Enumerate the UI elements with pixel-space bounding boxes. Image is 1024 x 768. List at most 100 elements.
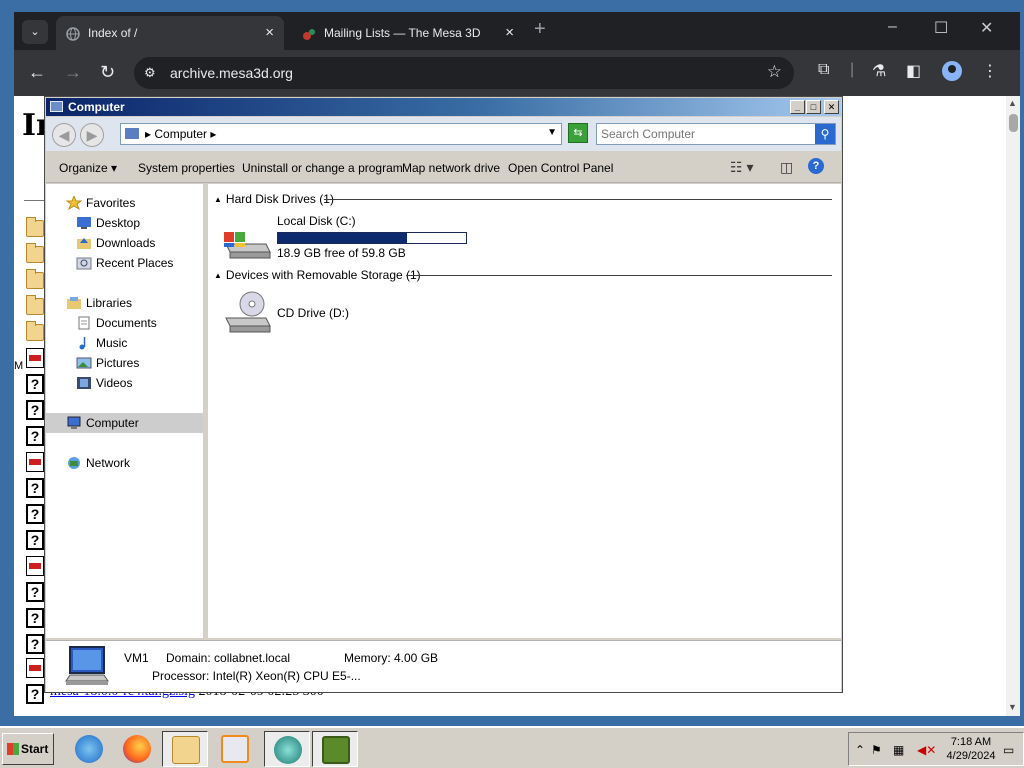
group-header-removable[interactable]: ▲ Devices with Removable Storage (1) xyxy=(214,268,421,282)
menu-kebab-icon[interactable]: ⋮ xyxy=(982,61,998,81)
address-bar[interactable]: ⚙ archive.mesa3d.org ☆ xyxy=(134,57,794,89)
processor-text: Processor: Intel(R) Xeon(R) CPU E5-... xyxy=(152,669,361,683)
preview-pane-icon[interactable]: ◫ xyxy=(780,159,793,176)
show-desktop-icon[interactable]: ▭ xyxy=(1003,743,1014,757)
nav-downloads[interactable]: Downloads xyxy=(76,236,155,256)
computer-icon xyxy=(125,128,139,139)
forward-icon[interactable]: ▶ xyxy=(80,123,104,147)
group-divider xyxy=(406,275,832,276)
back-icon[interactable]: ← xyxy=(28,62,46,82)
maximize-button[interactable]: ☐ xyxy=(934,18,948,38)
scroll-down-icon[interactable]: ▼ xyxy=(1008,702,1017,712)
flag-icon[interactable]: ⚑ xyxy=(871,743,882,757)
nav-libraries[interactable]: Libraries xyxy=(66,296,132,316)
nav-favorites[interactable]: Favorites xyxy=(66,196,135,216)
search-icon[interactable]: ⚲ xyxy=(815,124,835,144)
side-panel-icon[interactable]: ◧ xyxy=(906,61,921,81)
documents-icon xyxy=(78,316,90,330)
scroll-thumb[interactable] xyxy=(1009,114,1018,132)
nav-documents[interactable]: Documents xyxy=(76,316,157,336)
nav-desktop[interactable]: Desktop xyxy=(76,216,140,236)
site-info-icon[interactable]: ⚙ xyxy=(144,65,156,81)
search-box[interactable]: ⚲ xyxy=(596,123,836,145)
cd-drive-icon xyxy=(225,291,271,333)
map-drive-button[interactable]: Map network drive xyxy=(402,161,500,175)
reload-icon[interactable]: ↻ xyxy=(100,62,115,82)
chevron-up-icon[interactable]: ⌃ xyxy=(855,743,865,757)
clock[interactable]: 7:18 AM 4/29/2024 xyxy=(941,735,1001,763)
content-pane: ▲ Hard Disk Drives (1) Local Disk (C:) 18… xyxy=(208,184,841,638)
labs-flask-icon[interactable]: ⚗ xyxy=(872,61,886,81)
chevron-down-icon[interactable]: ▼ xyxy=(547,127,557,138)
vertical-scrollbar[interactable]: ▲ ▼ xyxy=(1006,96,1020,716)
uninstall-button[interactable]: Uninstall or change a program xyxy=(242,161,403,175)
nav-videos[interactable]: Videos xyxy=(76,376,132,396)
tab-title: Mailing Lists — The Mesa 3D Graph xyxy=(324,26,484,40)
breadcrumb[interactable]: Computer xyxy=(154,127,207,141)
tab-search-button[interactable]: ⌄ xyxy=(22,20,48,44)
close-button[interactable]: ✕ xyxy=(980,18,993,38)
unknown-file-icon: ? xyxy=(26,400,44,420)
bookmark-star-icon[interactable]: ☆ xyxy=(767,62,782,82)
unknown-file-icon: ? xyxy=(26,608,44,628)
media-player-taskbar-button[interactable] xyxy=(212,731,258,767)
app2-taskbar-button[interactable] xyxy=(312,731,358,767)
minimize-button[interactable]: _ xyxy=(790,100,805,114)
organize-button[interactable]: Organize ▾ xyxy=(59,161,117,175)
new-tab-button[interactable]: + xyxy=(534,18,546,41)
firefox-taskbar-button[interactable] xyxy=(114,731,160,767)
window-title: Computer xyxy=(68,100,125,114)
refresh-icon[interactable]: ⇆ xyxy=(568,123,588,143)
url-text: archive.mesa3d.org xyxy=(170,65,293,81)
details-pane: VM1 Domain: collabnet.local Memory: 4.00… xyxy=(46,640,841,692)
close-button[interactable]: ✕ xyxy=(824,100,839,114)
app-taskbar-button[interactable] xyxy=(264,731,310,767)
videos-icon xyxy=(77,377,91,389)
collapse-icon: ▲ xyxy=(214,271,222,280)
compressed-file-icon xyxy=(26,658,44,678)
scroll-up-icon[interactable]: ▲ xyxy=(1008,98,1017,108)
clock-time: 7:18 AM xyxy=(950,736,992,748)
forward-icon[interactable]: → xyxy=(64,62,82,82)
desktop-icon xyxy=(77,217,91,229)
nav-pictures[interactable]: Pictures xyxy=(76,356,139,376)
network-icon[interactable]: ▦ xyxy=(893,743,904,757)
tab-mailing-lists[interactable]: Mailing Lists — The Mesa 3D Graph × xyxy=(292,16,524,50)
tab-close-icon[interactable]: × xyxy=(265,24,274,41)
maximize-button[interactable]: □ xyxy=(806,100,821,114)
tab-close-icon[interactable]: × xyxy=(505,24,514,41)
system-properties-button[interactable]: System properties xyxy=(138,161,235,175)
ie-taskbar-button[interactable] xyxy=(66,731,112,767)
explorer-titlebar[interactable]: Computer _ □ ✕ xyxy=(46,98,841,116)
infinity-app-icon xyxy=(322,736,350,764)
nav-network[interactable]: Network xyxy=(66,456,130,476)
back-icon[interactable]: ◀ xyxy=(52,123,76,147)
volume-muted-icon[interactable]: ◀✕ xyxy=(917,743,936,757)
extensions-icon[interactable]: ⧉ xyxy=(818,61,829,79)
compressed-file-icon xyxy=(26,452,44,472)
drive-d-name[interactable]: CD Drive (D:) xyxy=(277,306,349,320)
search-input[interactable] xyxy=(601,126,811,142)
unknown-file-icon: ? xyxy=(26,478,44,498)
domain-text: Domain: collabnet.local xyxy=(166,651,291,665)
control-panel-button[interactable]: Open Control Panel xyxy=(508,161,613,175)
start-button[interactable]: Start xyxy=(2,733,54,765)
explorer-taskbar-button[interactable] xyxy=(162,731,208,767)
tab-index[interactable]: Index of / × xyxy=(56,16,284,50)
media-player-icon xyxy=(221,735,249,763)
view-options-icon[interactable]: ☷ ▾ xyxy=(730,159,753,176)
tab-title: Index of / xyxy=(88,26,138,40)
profile-avatar[interactable] xyxy=(942,61,962,81)
nav-recent-places[interactable]: Recent Places xyxy=(76,256,173,276)
group-divider xyxy=(324,199,832,200)
help-icon[interactable]: ? xyxy=(808,158,824,174)
drive-c-name[interactable]: Local Disk (C:) xyxy=(277,214,356,228)
nav-computer[interactable]: Computer xyxy=(66,416,139,436)
group-header-hdd[interactable]: ▲ Hard Disk Drives (1) xyxy=(214,192,334,206)
downloads-folder-icon xyxy=(77,238,91,249)
nav-music[interactable]: Music xyxy=(76,336,127,356)
folder-icon xyxy=(26,295,44,315)
recent-places-icon xyxy=(76,257,92,270)
address-bar[interactable]: ▸ Computer ▸ ▼ xyxy=(120,123,562,145)
minimize-button[interactable]: – xyxy=(888,18,897,36)
